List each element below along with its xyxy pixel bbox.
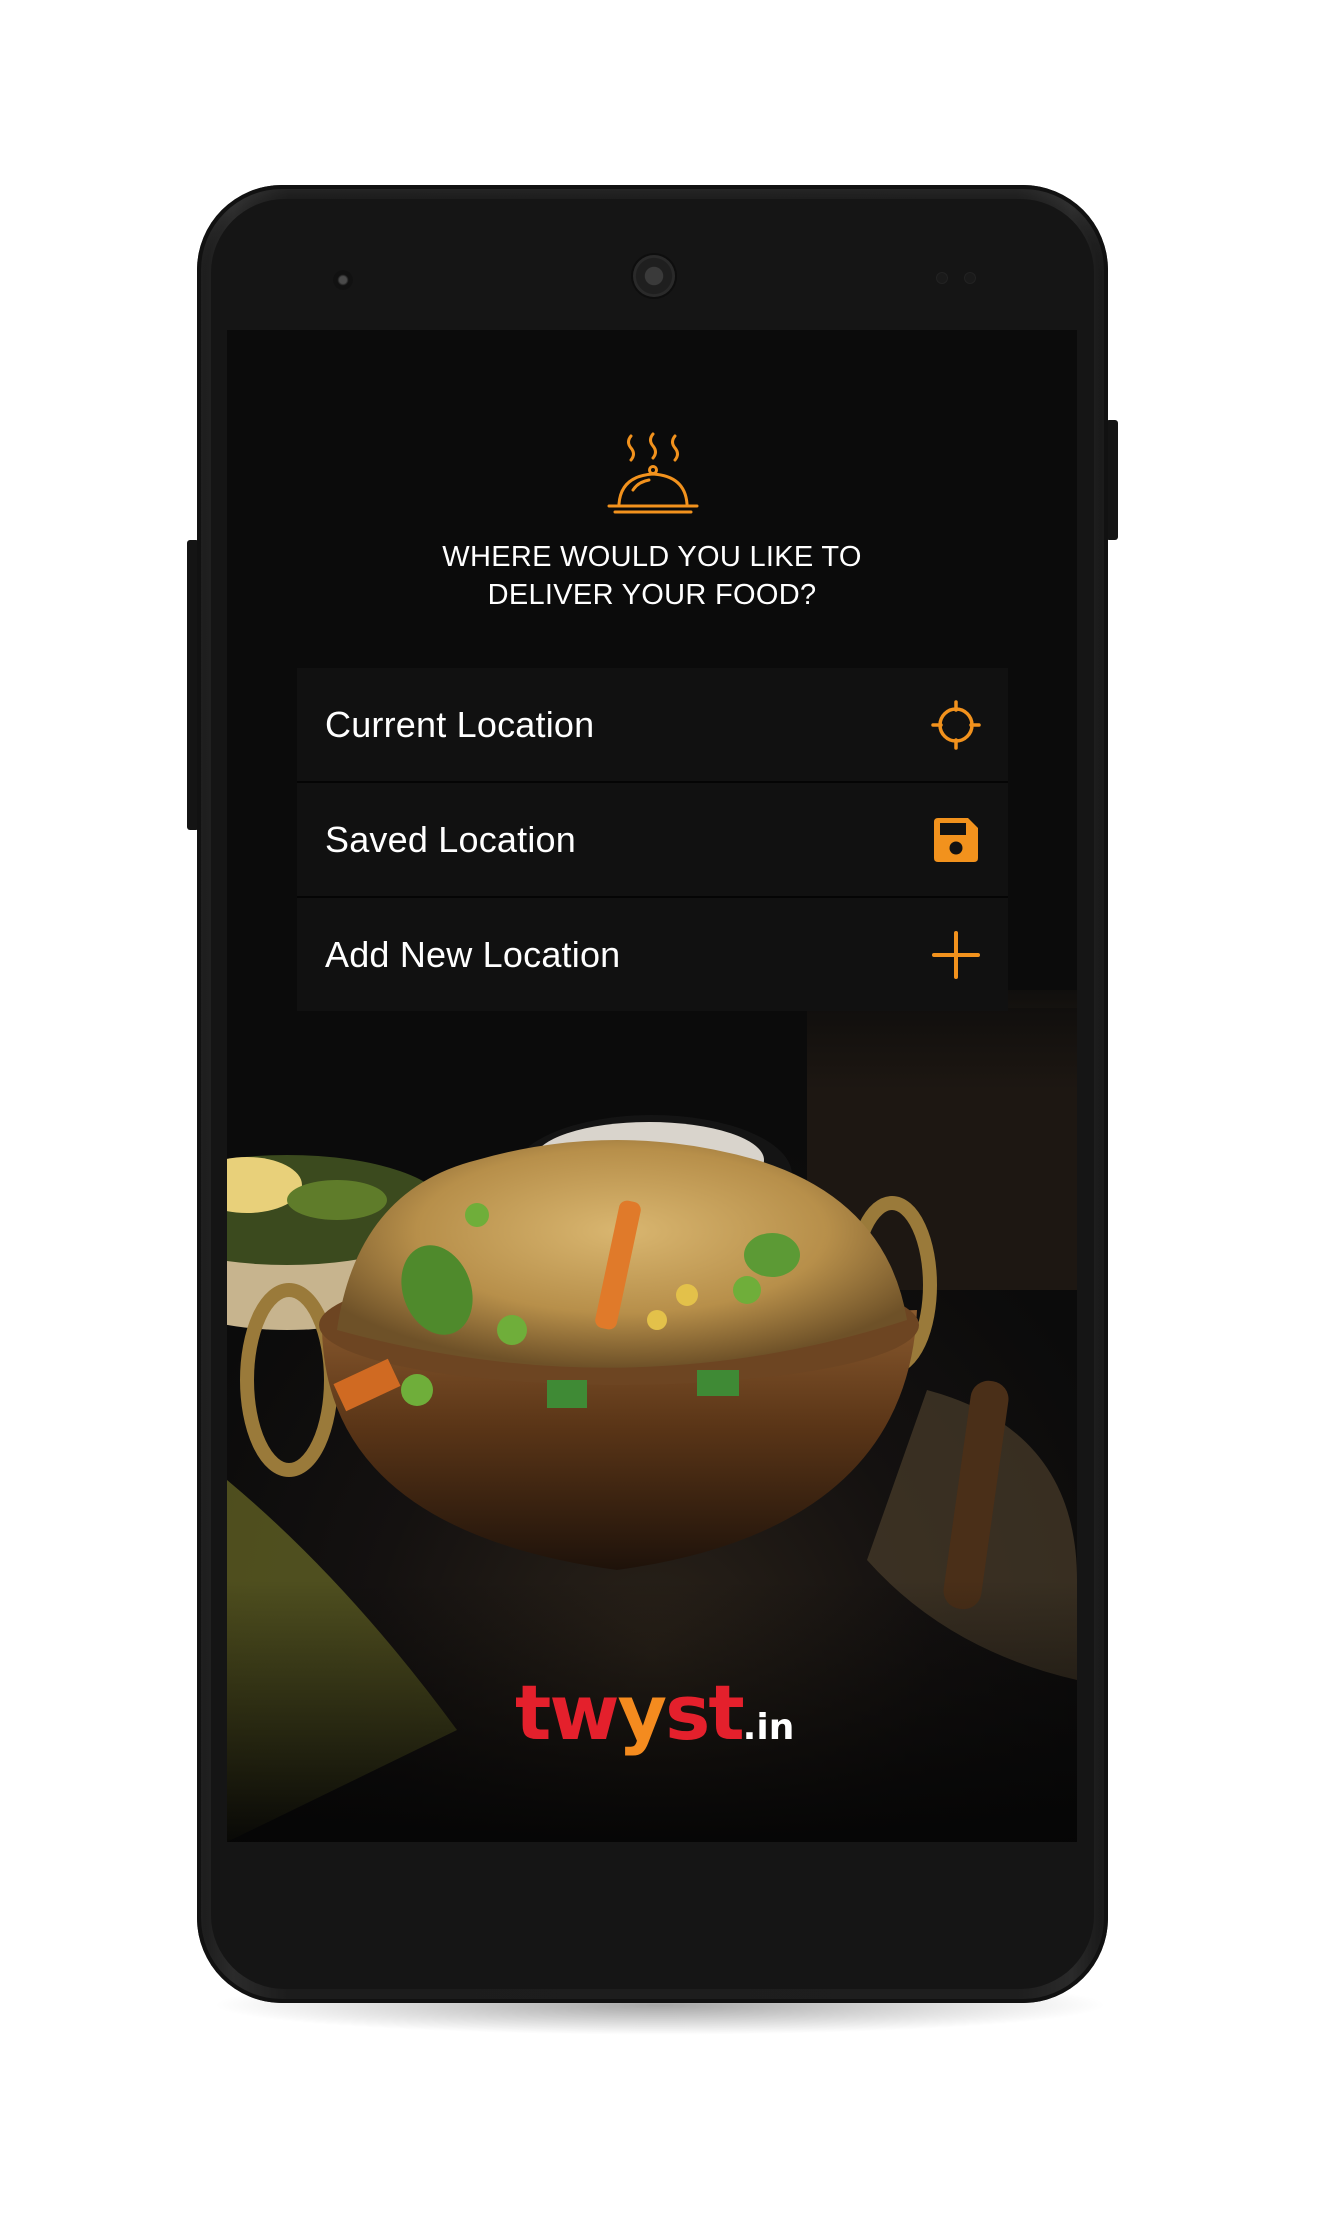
earpiece-speaker [633, 255, 675, 297]
twyst-logo: twyst.in [515, 1668, 795, 1758]
current-location-option[interactable]: Current Location [297, 668, 1008, 783]
light-sensor [965, 273, 975, 283]
add-new-location-option[interactable]: Add New Location [297, 898, 1008, 1011]
front-camera [333, 270, 353, 290]
logo-tld: .in [742, 1707, 795, 1748]
logo-part-3: st [665, 1668, 745, 1757]
logo-part-1: tw [515, 1668, 620, 1757]
option-label: Current Location [325, 703, 595, 745]
app-screen: WHERE WOULD YOU LIKE TO DELIVER YOUR FOO… [227, 330, 1077, 1842]
logo-part-2: y [617, 1668, 668, 1757]
option-label: Add New Location [325, 933, 621, 975]
device-mockup: WHERE WOULD YOU LIKE TO DELIVER YOUR FOO… [0, 0, 1317, 2226]
option-label: Saved Location [325, 818, 576, 860]
proximity-sensor [937, 273, 947, 283]
cloche-icon [607, 432, 699, 514]
page-title-line1: WHERE WOULD YOU LIKE TO [442, 541, 862, 573]
save-icon [934, 817, 978, 862]
saved-location-option[interactable]: Saved Location [297, 783, 1008, 898]
page-title-line2: DELIVER YOUR FOOD? [487, 579, 817, 611]
location-options: Current Location Saved Location Add New … [297, 668, 1008, 1011]
crosshair-icon [931, 699, 981, 750]
logo-wordmark: twyst.in [515, 1668, 794, 1773]
plus-icon [932, 930, 980, 979]
